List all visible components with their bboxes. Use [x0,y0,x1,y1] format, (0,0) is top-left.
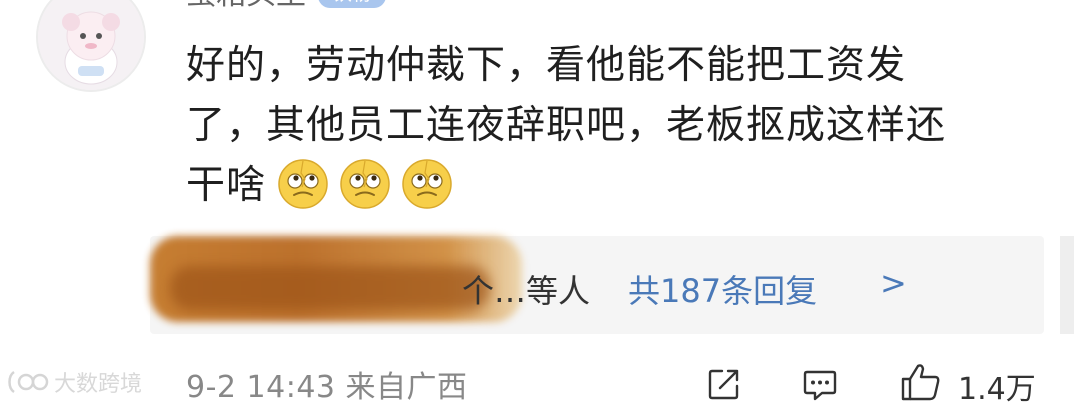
comment-icon[interactable] [802,366,838,402]
comment-line: 好的，劳动仲裁下，看他能不能把工资发 [186,43,907,88]
like-count: 1.4万 [958,372,1036,407]
fan-badge: 铁粉 [318,0,386,8]
watermark-logo-icon [8,370,49,394]
comment-line: 了，其他员工连夜辞职吧，老板抠成这样还 [186,103,947,148]
comment-meta: 9-2 14:43 来自广西 [186,362,468,406]
share-icon[interactable] [706,366,742,402]
watermark-text: 大数跨境 [54,372,143,397]
comment-body: 好的，劳动仲裁下，看他能不能把工资发 了，其他员工连夜辞职吧，老板抠成这样还 干… [186,36,1026,216]
view-replies-link[interactable]: 共187条回复 [628,266,817,312]
dizzy-eyes-emoji-icon [278,158,328,209]
location: 来自广西 [345,370,468,405]
scrollbar-track [1060,236,1074,334]
comment-line-last: 干啥 [186,156,1026,216]
redaction-stroke [170,266,490,310]
comment-line-text: 干啥 [186,163,267,208]
replies-names-suffix: 个…等人 [462,272,591,310]
user-avatar[interactable] [36,0,146,92]
emoji-row [276,157,454,211]
like-icon[interactable] [900,362,942,402]
comment-header: 蛋箱头王 铁粉 [186,0,386,12]
dizzy-eyes-emoji-icon [340,158,390,209]
timestamp: 9-2 14:43 [186,370,336,405]
watermark: 大数跨境 [6,366,142,398]
avatar-image [38,0,144,90]
username[interactable]: 蛋箱头王 [186,0,306,13]
dizzy-eyes-emoji-icon [402,158,452,209]
chevron-right-icon[interactable]: > [880,264,907,302]
replies-preview[interactable]: 个…等人 共187条回复 > [150,236,1044,334]
